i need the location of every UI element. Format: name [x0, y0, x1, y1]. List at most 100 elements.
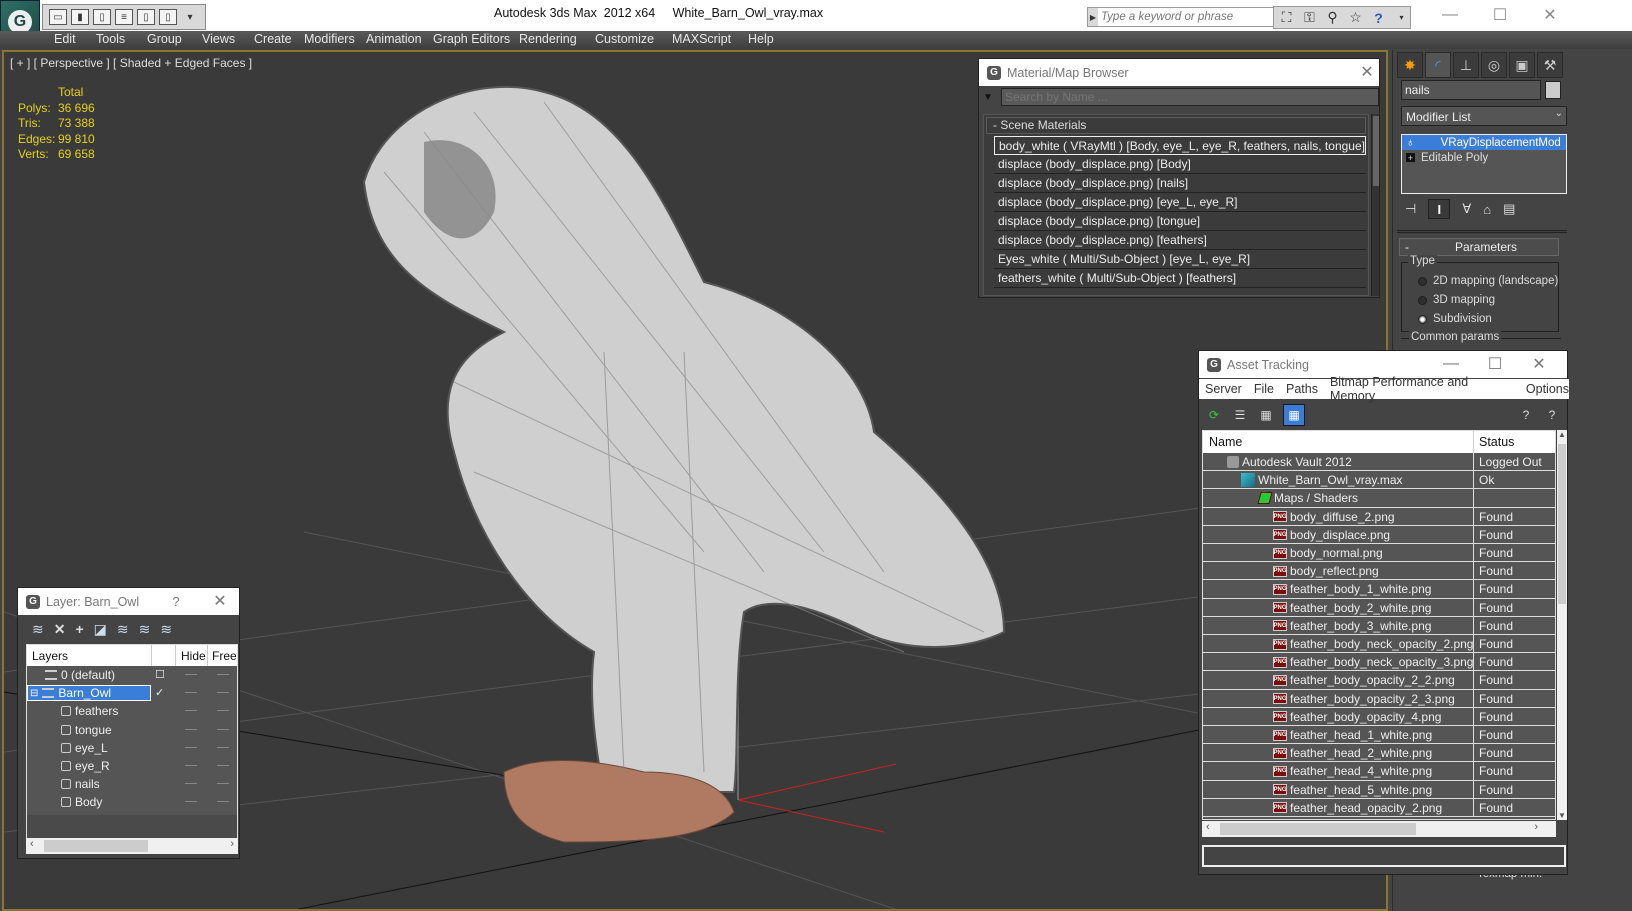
hide-all-layers-icon[interactable]: ≋ — [139, 621, 151, 638]
asset-row[interactable]: White_Barn_Owl_vray.max Ok — [1203, 471, 1555, 490]
close-icon[interactable]: ✕ — [210, 592, 230, 610]
refresh-icon[interactable]: ⟳ — [1205, 406, 1223, 424]
object-row[interactable]: feathers — [27, 702, 237, 720]
asset-row[interactable]: PNG feather_body_opacity_2_3.png Found — [1203, 689, 1555, 708]
asset-row[interactable]: PNG body_diffuse_2.png Found — [1203, 507, 1555, 526]
asset-row[interactable]: PNG feather_head_1_white.png Found — [1203, 726, 1555, 745]
freeze-toggle[interactable] — [217, 783, 229, 785]
scroll-up-icon[interactable]: ▲ — [1557, 430, 1567, 439]
asset-row[interactable]: PNG feather_body_neck_opacity_2.png Found — [1203, 635, 1555, 654]
scene-materials-group-header[interactable]: - Scene Materials — [986, 117, 1366, 134]
viewport-label[interactable]: [ + ] [ Perspective ] [ Shaded + Edged F… — [10, 56, 252, 70]
asset-row[interactable]: PNG feather_body_opacity_4.png Found — [1203, 707, 1555, 726]
menu-graph-editors[interactable]: Graph Editors — [433, 32, 510, 46]
freeze-toggle[interactable] — [217, 801, 229, 803]
close-icon[interactable]: ✕ — [1529, 355, 1549, 373]
object-row[interactable]: eye_R — [27, 757, 237, 775]
select-objects-icon[interactable]: ◪ — [94, 621, 107, 638]
material-item[interactable]: feathers_white ( Multi/Sub-Object ) [fea… — [994, 269, 1366, 288]
scroll-right-icon[interactable]: › — [230, 838, 234, 850]
dialog-titlebar[interactable]: G Layer: Barn_Owl — [18, 588, 239, 615]
stack-item-editable-poly[interactable]: + Editable Poly — [1402, 150, 1566, 165]
parameters-rollout-header[interactable]: - Parameters — [1399, 238, 1559, 256]
asset-row[interactable]: PNG feather_body_2_white.png Found — [1203, 598, 1555, 617]
freeze-toggle[interactable] — [217, 728, 229, 730]
asset-row[interactable]: PNG body_normal.png Found — [1203, 544, 1555, 563]
minimize-icon[interactable]: — — [1441, 355, 1461, 373]
select-layer-icon[interactable]: ≋ — [117, 621, 129, 638]
scrollbar-thumb[interactable] — [44, 840, 148, 852]
asset-row[interactable]: PNG body_reflect.png Found — [1203, 562, 1555, 581]
hide-toggle[interactable] — [185, 674, 197, 675]
object-row[interactable]: tongue — [27, 721, 237, 739]
object-row[interactable]: eye_L — [27, 739, 237, 757]
radio-3d-mapping[interactable]: 3D mapping — [1418, 294, 1495, 306]
material-item[interactable]: displace (body_displace.png) [eye_L, eye… — [994, 193, 1366, 212]
freeze-toggle[interactable] — [217, 710, 229, 712]
menu-paths[interactable]: Paths — [1286, 382, 1318, 396]
hide-toggle[interactable] — [185, 783, 197, 785]
menu-edit[interactable]: Edit — [54, 32, 76, 46]
help-search[interactable]: ▶ — [1087, 7, 1275, 27]
menu-bitmap-performance[interactable]: Bitmap Performance and Memory — [1330, 375, 1514, 403]
hide-toggle[interactable] — [185, 801, 197, 803]
asset-row[interactable]: PNG feather_head_4_white.png Found — [1203, 762, 1555, 781]
freeze-all-layers-icon[interactable]: ≋ — [160, 621, 172, 638]
help-button[interactable]: ? — [166, 592, 186, 610]
menu-views[interactable]: Views — [202, 32, 235, 46]
dialog-titlebar[interactable]: G Material/Map Browser — [979, 59, 1379, 86]
show-end-result-icon[interactable]: I — [1428, 199, 1451, 219]
column-header-freeze[interactable]: Freeze — [212, 649, 237, 663]
material-item[interactable]: displace (body_displace.png) [feathers] — [994, 231, 1366, 250]
scroll-left-icon[interactable]: ‹ — [30, 838, 34, 850]
dialog-titlebar[interactable]: G Asset Tracking — [1199, 351, 1567, 378]
asset-row[interactable]: Autodesk Vault 2012 Logged Out — [1203, 453, 1555, 472]
hide-toggle[interactable] — [185, 765, 197, 766]
pin-stack-icon[interactable]: ⊣ — [1405, 201, 1416, 217]
key-icon[interactable]: ⚿ — [1301, 9, 1318, 27]
utilities-tab-icon[interactable]: ⚒ — [1537, 52, 1563, 78]
menu-server[interactable]: Server — [1205, 382, 1242, 396]
material-item[interactable]: displace (body_displace.png) [tongue] — [994, 212, 1366, 231]
hold-icon[interactable]: ▯ — [137, 9, 155, 25]
lightbulb-icon[interactable]: ♁ — [1406, 137, 1415, 149]
fetch-icon[interactable]: ▯ — [159, 9, 177, 25]
material-item[interactable]: displace (body_displace.png) [nails] — [994, 174, 1366, 193]
object-row[interactable]: Body — [27, 793, 237, 811]
path-field[interactable] — [1202, 845, 1566, 867]
material-item[interactable]: body_white ( VRayMtl ) [Body, eye_L, eye… — [994, 136, 1366, 155]
modify-tab-icon[interactable]: ◜ — [1425, 52, 1451, 78]
delete-layer-icon[interactable]: ✕ — [54, 621, 66, 638]
list-view-icon[interactable]: ☰ — [1231, 406, 1249, 424]
help-dropdown-icon[interactable]: ▾ — [1393, 9, 1410, 27]
minimize-button[interactable]: — — [1430, 4, 1470, 26]
new-icon[interactable]: ▯ — [93, 9, 111, 25]
menu-customize[interactable]: Customize — [595, 32, 654, 46]
asset-row[interactable]: PNG feather_head_2_white.png Found — [1203, 744, 1555, 763]
radio-button[interactable] — [1418, 295, 1427, 305]
column-header-status[interactable]: Status — [1479, 435, 1514, 449]
remove-modifier-icon[interactable]: ⌂ — [1483, 202, 1491, 217]
hide-toggle[interactable] — [185, 710, 197, 712]
menu-tools[interactable]: Tools — [96, 32, 125, 46]
add-to-layer-icon[interactable]: + — [75, 621, 83, 637]
gizmo-y-axis[interactable] — [737, 799, 885, 833]
radio-button-selected[interactable] — [1418, 314, 1427, 324]
project-icon[interactable]: ≡ — [115, 9, 133, 25]
scroll-right-icon[interactable]: › — [1534, 821, 1538, 833]
make-unique-icon[interactable]: ∀ — [1462, 201, 1471, 217]
asset-row[interactable]: PNG feather_body_3_white.png Found — [1203, 616, 1555, 635]
owl-model[interactable] — [362, 85, 1006, 843]
column-header-hide[interactable]: Hide — [181, 649, 206, 663]
hide-toggle[interactable] — [185, 692, 197, 694]
help-search-input[interactable] — [1098, 11, 1268, 23]
display-tab-icon[interactable]: ▣ — [1509, 52, 1535, 78]
material-item[interactable]: Eyes_white ( Multi/Sub-Object ) [eye_L, … — [994, 250, 1366, 269]
radio-subdivision[interactable]: Subdivision — [1418, 313, 1492, 325]
asset-row[interactable]: PNG feather_head_opacity_2.png Found — [1203, 798, 1555, 817]
help-icon[interactable]: ? — [1517, 406, 1535, 424]
column-header-name[interactable]: Name — [1209, 435, 1242, 449]
asset-row[interactable]: PNG feather_body_neck_opacity_3.png Found — [1203, 653, 1555, 672]
hide-toggle[interactable] — [185, 746, 197, 748]
horizontal-scrollbar[interactable]: ‹ › — [26, 838, 238, 854]
